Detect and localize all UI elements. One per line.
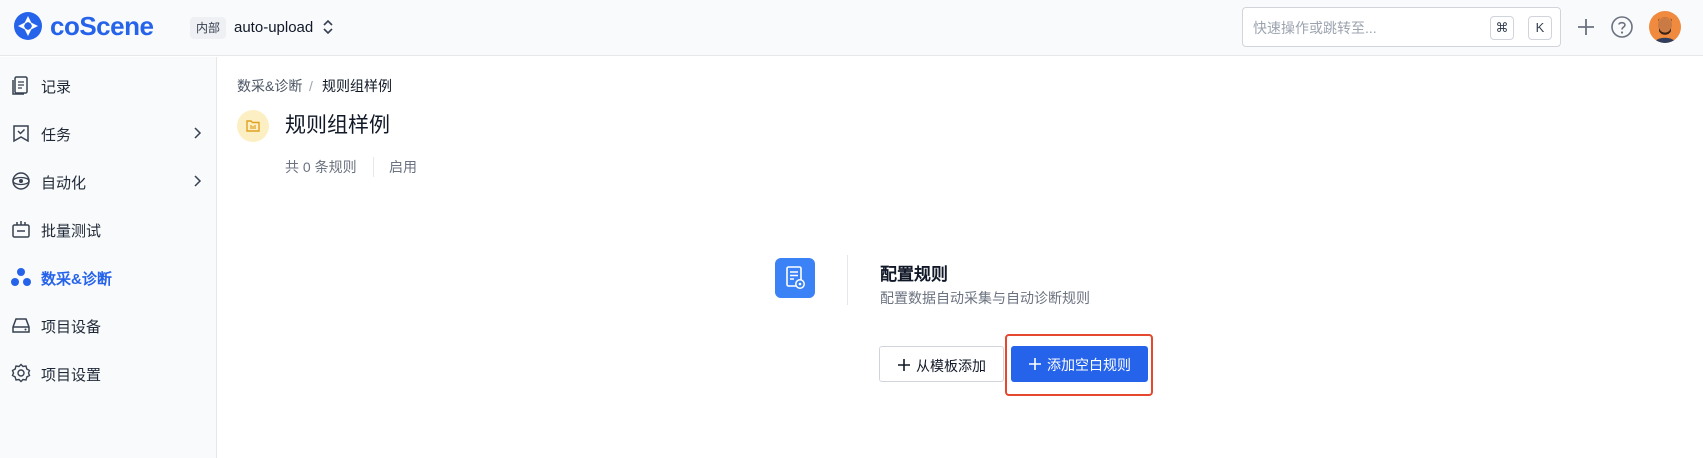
add-from-template-button[interactable]: 从模板添加 <box>879 346 1004 382</box>
help-icon[interactable] <box>1609 14 1635 40</box>
document-settings-icon <box>786 266 805 289</box>
sidebar: 记录 任务 自动化 批量测试 数采&诊断 项目设备 项目设置 <box>0 57 217 458</box>
button-label: 添加空白规则 <box>1047 357 1131 373</box>
sidebar-item-diagnosis[interactable]: 数采&诊断 <box>0 257 216 297</box>
sidebar-item-automation[interactable]: 自动化 <box>0 161 216 201</box>
add-blank-rule-button[interactable]: 添加空白规则 <box>1011 346 1148 382</box>
plus-icon <box>1029 358 1041 370</box>
diagnosis-icon <box>11 268 31 286</box>
avatar-face-icon <box>1655 17 1675 43</box>
breadcrumb-current: 规则组样例 <box>322 78 392 94</box>
search-placeholder: 快速操作或跳转至... <box>1253 20 1377 36</box>
rule-count: 共 0 条规则 <box>285 159 357 175</box>
sidebar-item-label: 数采&诊断 <box>41 271 112 288</box>
sidebar-item-batch-test[interactable]: 批量测试 <box>0 209 216 249</box>
rule-group-avatar <box>237 110 269 142</box>
breadcrumb-separator: / <box>309 78 313 94</box>
shortcut-k-key: K <box>1528 16 1552 40</box>
empty-state-description: 配置数据自动采集与自动诊断规则 <box>880 290 1090 306</box>
page-title: 规则组样例 <box>285 114 390 137</box>
empty-state-divider <box>847 255 848 305</box>
automation-icon <box>12 172 30 190</box>
meta-divider <box>373 157 374 177</box>
sidebar-item-label: 项目设置 <box>41 367 102 384</box>
brand-name: coScene <box>50 10 154 41</box>
chevron-updown-icon[interactable] <box>322 18 334 36</box>
status-badge: 启用 <box>389 159 417 175</box>
project-visibility-badge: 内部 <box>190 17 227 39</box>
shortcut-cmd-key: ⌘ <box>1490 16 1514 40</box>
top-bar: coScene 内部 auto-upload 快速操作或跳转至... ⌘ K <box>0 0 1703 56</box>
empty-state-title: 配置规则 <box>880 265 948 284</box>
quick-search-input[interactable]: 快速操作或跳转至... ⌘ K <box>1242 7 1561 47</box>
user-avatar[interactable] <box>1649 11 1681 43</box>
sidebar-item-records[interactable]: 记录 <box>0 65 216 105</box>
sidebar-item-label: 批量测试 <box>41 223 102 240</box>
devices-icon <box>12 318 30 333</box>
plus-icon[interactable] <box>1573 14 1599 40</box>
records-icon <box>12 76 28 95</box>
chevron-right-icon <box>194 127 202 139</box>
folder-icon <box>246 120 260 132</box>
settings-icon <box>11 363 31 383</box>
sidebar-item-label: 自动化 <box>41 175 87 192</box>
batch-test-icon <box>12 221 30 238</box>
chevron-right-icon <box>194 175 202 187</box>
sidebar-item-label: 项目设备 <box>41 319 102 336</box>
project-switcher[interactable]: auto-upload <box>234 17 313 39</box>
sidebar-item-settings[interactable]: 项目设置 <box>0 353 216 393</box>
rule-config-icon <box>775 258 815 298</box>
breadcrumb-parent-link[interactable]: 数采&诊断 <box>237 76 302 96</box>
sidebar-item-label: 记录 <box>41 79 72 96</box>
tasks-icon <box>13 125 29 143</box>
coscene-logo-icon <box>14 12 42 40</box>
sidebar-item-label: 任务 <box>41 127 72 144</box>
sidebar-item-tasks[interactable]: 任务 <box>0 113 216 153</box>
sidebar-item-devices[interactable]: 项目设备 <box>0 305 216 345</box>
brand-logo[interactable]: coScene <box>12 10 154 42</box>
plus-icon <box>898 359 910 371</box>
button-label: 从模板添加 <box>916 358 986 374</box>
